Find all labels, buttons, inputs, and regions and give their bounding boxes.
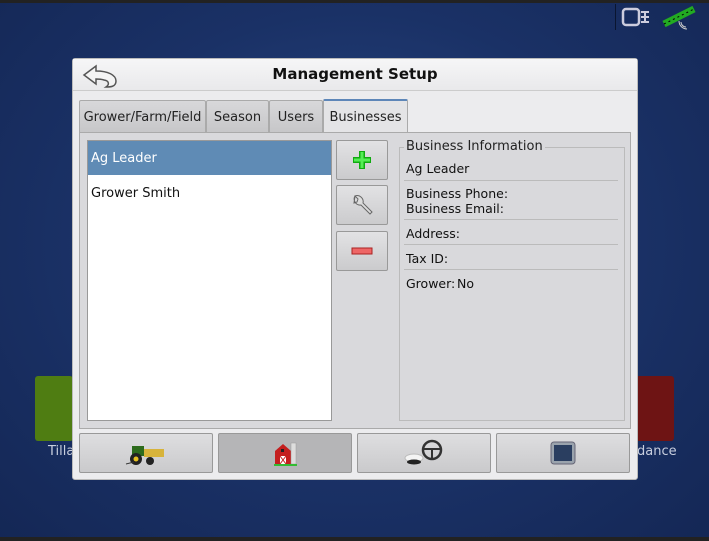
guidance-steering-button[interactable] xyxy=(357,433,491,473)
business-list: Ag Leader Grower Smith xyxy=(87,140,332,421)
equipment-button[interactable] xyxy=(79,433,213,473)
list-item[interactable]: Ag Leader xyxy=(88,141,331,175)
divider xyxy=(404,219,618,220)
display-icon xyxy=(550,441,576,465)
tillage-tile-label: Tilla xyxy=(48,444,75,459)
edit-business-button[interactable] xyxy=(336,185,388,225)
divider xyxy=(404,269,618,270)
tab-grower-farm-field[interactable]: Grower/Farm/Field xyxy=(79,100,206,133)
add-business-button[interactable] xyxy=(336,140,388,180)
tab-users[interactable]: Users xyxy=(269,100,323,133)
business-information-title: Business Information xyxy=(404,139,545,154)
tab-season[interactable]: Season xyxy=(206,100,269,133)
business-email-label: Business Email: xyxy=(406,201,504,216)
module-status-icon[interactable] xyxy=(621,7,657,27)
grower-value: No xyxy=(457,276,474,291)
display-settings-button[interactable] xyxy=(496,433,630,473)
list-item[interactable]: Grower Smith xyxy=(88,176,331,210)
businesses-panel: Ag Leader Grower Smith Business Informat… xyxy=(79,132,631,429)
wrench-icon xyxy=(353,195,373,215)
plus-icon xyxy=(353,151,371,169)
business-phone-label: Business Phone: xyxy=(406,186,509,201)
management-setup-dialog: Management Setup Grower/Farm/Field Seaso… xyxy=(72,58,638,480)
minus-icon xyxy=(351,247,373,255)
steering-wheel-icon xyxy=(404,439,443,465)
dialog-title: Management Setup xyxy=(272,65,438,83)
guidance-tile[interactable] xyxy=(636,376,674,441)
divider xyxy=(404,244,618,245)
guidance-tile-label: dance xyxy=(637,444,677,459)
tab-businesses[interactable]: Businesses xyxy=(323,99,408,134)
address-label: Address: xyxy=(406,226,460,241)
gps-satellite-icon[interactable] xyxy=(661,4,701,30)
tillage-tile[interactable] xyxy=(35,376,73,441)
tractor-icon xyxy=(125,446,164,465)
remove-business-button[interactable] xyxy=(336,231,388,271)
status-divider xyxy=(615,4,616,30)
tax-id-label: Tax ID: xyxy=(406,251,449,266)
barn-icon xyxy=(274,442,297,466)
divider xyxy=(404,180,618,181)
management-button[interactable] xyxy=(218,433,352,473)
business-name: Ag Leader xyxy=(406,161,470,176)
grower-label: Grower: xyxy=(406,276,456,291)
top-bar xyxy=(0,0,709,3)
bottom-bar xyxy=(0,537,709,541)
